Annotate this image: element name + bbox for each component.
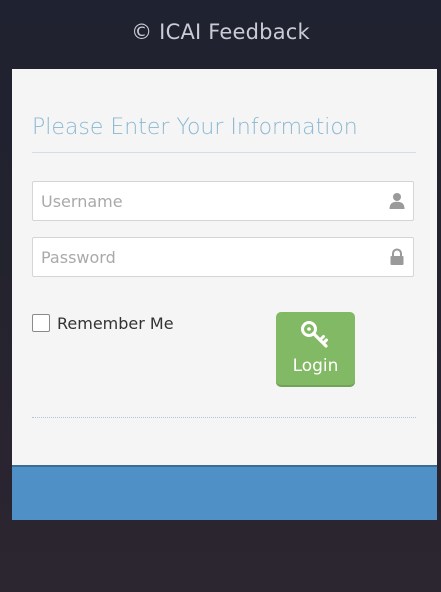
password-field-container [32,237,414,277]
app-title: © ICAI Feedback [131,20,310,44]
form-bottom-divider [32,417,416,418]
login-card: Please Enter Your Information Remember M… [12,69,437,465]
form-heading: Please Enter Your Information [32,115,358,140]
password-input[interactable] [33,238,373,276]
remember-me-label[interactable]: Remember Me [57,314,174,333]
footer-bar [12,465,437,520]
username-field-container [32,181,414,221]
username-input[interactable] [33,182,373,220]
heading-divider [32,152,416,153]
lock-icon [390,248,404,265]
login-button-label: Login [292,356,339,376]
key-icon [301,321,328,348]
remember-me-checkbox[interactable] [32,314,50,332]
remember-me-row: Remember Me [32,312,174,334]
user-icon [389,193,405,209]
login-button[interactable]: Login [276,312,355,387]
